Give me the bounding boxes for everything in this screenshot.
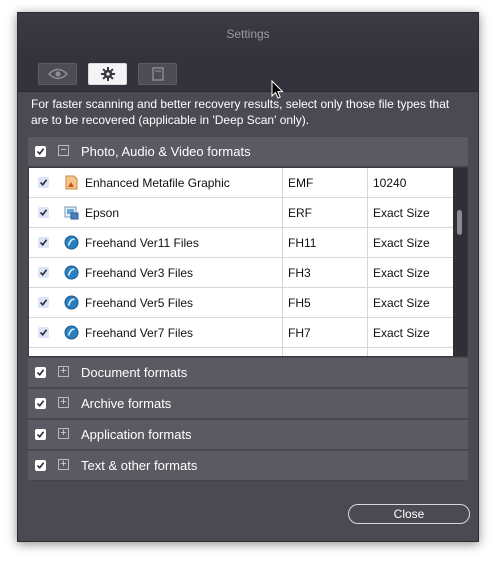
file-type-extension: FH5 xyxy=(288,296,311,310)
file-type-size: Exact Size xyxy=(373,266,430,280)
table-scrollbar[interactable] xyxy=(453,168,467,356)
file-type-size: Exact Size xyxy=(373,326,430,340)
freehand-icon xyxy=(64,295,79,310)
row-checkbox[interactable] xyxy=(38,297,49,308)
close-button[interactable]: Close xyxy=(348,504,470,524)
freehand-icon xyxy=(64,235,79,250)
file-type-size: Exact Size xyxy=(373,236,430,250)
category-application[interactable]: + Application formats xyxy=(28,420,468,450)
file-type-name: Freehand Ver5 Files xyxy=(85,296,194,310)
category-label: Photo, Audio & Video formats xyxy=(81,144,251,159)
category-checkbox[interactable] xyxy=(35,146,46,157)
settings-tab-button[interactable] xyxy=(88,63,127,85)
category-text-other[interactable]: + Text & other formats xyxy=(28,451,468,481)
info-text: For faster scanning and better recovery … xyxy=(31,97,450,127)
table-row[interactable]: Freehand Ver5 Files FH5 Exact Size xyxy=(29,288,454,318)
settings-window: Settings For faster scanning and better … xyxy=(17,12,479,542)
collapse-icon[interactable]: − xyxy=(58,145,69,156)
file-type-extension: FH11 xyxy=(288,236,317,250)
category-checkbox[interactable] xyxy=(35,429,46,440)
row-checkbox[interactable] xyxy=(38,327,49,338)
category-label: Text & other formats xyxy=(81,458,198,473)
category-document[interactable]: + Document formats xyxy=(28,358,468,388)
file-type-size: Exact Size xyxy=(373,206,430,220)
file-types-table: Enhanced Metafile Graphic EMF 10240 Epso… xyxy=(28,167,468,357)
expand-icon[interactable]: + xyxy=(58,366,69,377)
table-row[interactable]: Epson ERF Exact Size xyxy=(29,198,454,228)
expand-icon[interactable]: + xyxy=(58,459,69,470)
window-title: Settings xyxy=(226,27,270,41)
scrollbar-thumb[interactable] xyxy=(457,210,462,235)
expand-icon[interactable]: + xyxy=(58,397,69,408)
row-checkbox[interactable] xyxy=(38,237,49,248)
file-type-extension: EMF xyxy=(288,176,314,190)
file-type-name: Freehand Ver3 Files xyxy=(85,266,194,280)
category-label: Archive formats xyxy=(81,396,172,411)
category-label: Document formats xyxy=(81,365,188,380)
table-row[interactable]: Freehand Ver3 Files FH3 Exact Size xyxy=(29,258,454,288)
file-type-size: Exact Size xyxy=(373,296,430,310)
photo-file-icon xyxy=(64,205,79,220)
table-row[interactable]: Freehand Ver7 Files FH7 Exact Size xyxy=(29,318,454,348)
preview-tab-button[interactable] xyxy=(38,63,77,85)
mouse-cursor-icon xyxy=(271,79,284,104)
toolbar xyxy=(18,56,478,92)
row-checkbox[interactable] xyxy=(38,177,49,188)
log-tab-button[interactable] xyxy=(138,63,177,85)
category-checkbox[interactable] xyxy=(35,460,46,471)
table-row[interactable]: Enhanced Metafile Graphic EMF 10240 xyxy=(29,168,454,198)
row-checkbox[interactable] xyxy=(38,207,49,218)
file-type-name: Freehand Ver11 Files xyxy=(85,236,199,250)
expand-icon[interactable]: + xyxy=(58,428,69,439)
title-bar: Settings xyxy=(18,13,478,56)
category-archive[interactable]: + Archive formats xyxy=(28,389,468,419)
file-type-extension: FH7 xyxy=(288,326,311,340)
table-row-partial xyxy=(29,348,454,356)
table-row[interactable]: Freehand Ver11 Files FH11 Exact Size xyxy=(29,228,454,258)
file-type-name: Freehand Ver7 Files xyxy=(85,326,194,340)
file-type-extension: ERF xyxy=(288,206,312,220)
image-file-icon xyxy=(64,175,79,190)
file-type-extension: FH3 xyxy=(288,266,311,280)
freehand-icon xyxy=(64,265,79,280)
file-type-name: Enhanced Metafile Graphic xyxy=(85,176,230,190)
category-label: Application formats xyxy=(81,427,192,442)
category-checkbox[interactable] xyxy=(35,367,46,378)
freehand-icon xyxy=(64,325,79,340)
file-type-name: Epson xyxy=(85,206,120,220)
row-checkbox[interactable] xyxy=(38,267,49,278)
file-type-size: 10240 xyxy=(373,176,407,190)
category-photo-audio-video[interactable]: − Photo, Audio & Video formats xyxy=(28,137,468,167)
category-checkbox[interactable] xyxy=(35,398,46,409)
